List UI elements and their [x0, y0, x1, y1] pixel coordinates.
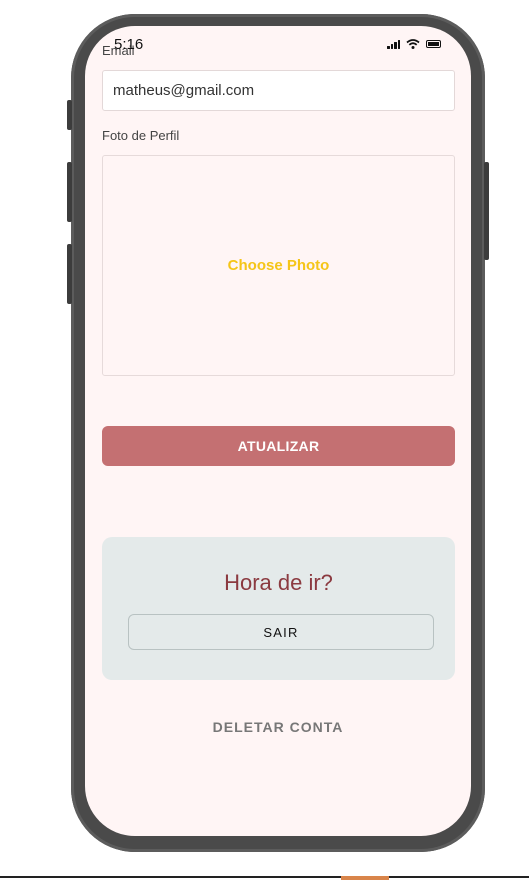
status-icons: [387, 39, 441, 49]
delete-account-button[interactable]: DELETAR CONTA: [85, 719, 471, 735]
page-bottom-accent: [341, 876, 389, 880]
side-button-mute: [67, 100, 72, 130]
battery-icon: [426, 40, 441, 48]
page-bottom-divider: [0, 876, 529, 878]
profile-photo-label: Foto de Perfil: [102, 128, 180, 143]
wifi-icon: [406, 39, 420, 49]
logout-button[interactable]: SAIR: [128, 614, 434, 650]
update-button[interactable]: ATUALIZAR: [102, 426, 455, 466]
profile-photo-picker[interactable]: Choose Photo: [102, 155, 455, 376]
logout-card: Hora de ir? SAIR: [102, 537, 455, 680]
logout-title: Hora de ir?: [224, 570, 333, 595]
side-button-volume-up: [67, 162, 72, 222]
app-screen: Email 5:16 matheus@gmail.com Foto de Per…: [85, 26, 471, 836]
status-time: 5:16: [114, 36, 144, 53]
side-button-power: [484, 162, 489, 260]
email-field[interactable]: matheus@gmail.com: [102, 70, 455, 111]
signal-icon: [387, 39, 400, 49]
side-button-volume-down: [67, 244, 72, 304]
choose-photo-button[interactable]: Choose Photo: [228, 257, 330, 274]
